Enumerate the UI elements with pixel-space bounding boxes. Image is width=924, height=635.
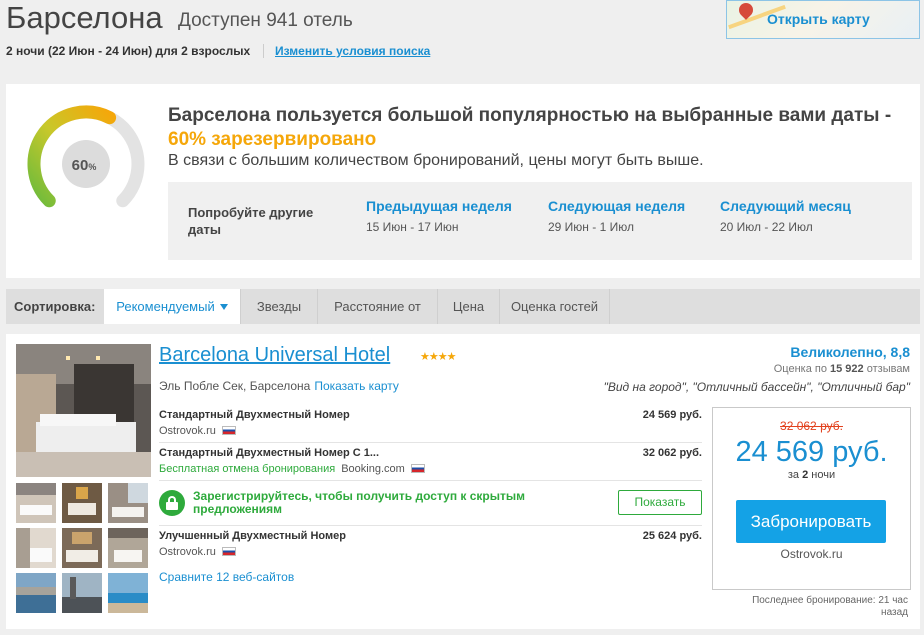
review-highlights: "Вид на город", "Отличный бассейн", "Отл…	[603, 380, 910, 394]
price-per-nights: за 2 ночи	[713, 469, 910, 481]
alt-date-range: 29 Июн - 1 Июл	[548, 220, 634, 234]
change-search-link[interactable]: Изменить условия поиска	[275, 44, 430, 58]
russia-flag-icon	[410, 464, 425, 473]
try-other-dates-label: Попробуйте другие даты	[188, 205, 314, 237]
sort-bar: Сортировка: Рекомендуемый Звезды Расстоя…	[6, 289, 920, 324]
search-header: Барселона Доступен 941 отель 2 ночи (22 …	[0, 0, 924, 70]
hotel-thumbnail[interactable]	[16, 573, 56, 613]
offer-row[interactable]: Улучшенный Двухместный Номер 25 624 руб.…	[159, 530, 702, 564]
locked-offers-row: Зарегистрируйтесь, чтобы получить доступ…	[159, 486, 702, 526]
current-price: 24 569 руб.	[735, 436, 888, 468]
alt-date-next-week[interactable]: Следующая неделя 29 Июн - 1 Июл	[548, 198, 685, 234]
hotel-thumbnail[interactable]	[16, 528, 56, 568]
alt-date-range: 20 Июл - 22 Июл	[720, 220, 813, 234]
alt-date-title: Следующий месяц	[720, 198, 851, 214]
reviews-count: 15 922	[830, 363, 864, 375]
offer-row[interactable]: Стандартный Двухместный Номер 24 569 руб…	[159, 409, 702, 443]
popularity-percentage: 60% зарезервировано	[168, 129, 377, 150]
divider	[263, 44, 264, 58]
russia-flag-icon	[221, 426, 236, 435]
alternative-dates-box: Попробуйте другие даты Предыдущая неделя…	[168, 182, 912, 260]
offer-room-name: Стандартный Двухместный Номер С 1...	[159, 447, 380, 459]
hotel-thumbnail[interactable]	[16, 483, 56, 523]
popularity-subtitle: В связи с большим количеством бронирован…	[168, 152, 704, 169]
search-dates: 2 ночи (22 Июн - 24 Июн) для 2 взрослых	[6, 44, 251, 58]
last-booking-note: Последнее бронирование: 21 час назад	[752, 595, 908, 618]
popularity-title-main: Барселона пользуется большой популярност…	[168, 105, 892, 126]
hotel-district: Эль Побле Сек, Барселона	[159, 379, 311, 393]
lock-icon	[159, 490, 185, 516]
city-title: Барселона	[6, 0, 163, 35]
open-map-label: Открыть карту	[767, 11, 870, 27]
offer-site: Booking.com	[341, 463, 405, 475]
hotel-thumbnail[interactable]	[62, 483, 102, 523]
sort-distance[interactable]: Расстояние от	[318, 289, 438, 324]
offer-source: Бесплатная отмена бронирования Booking.co…	[159, 463, 425, 475]
offer-room-name: Улучшенный Двухместный Номер	[159, 530, 346, 542]
alt-date-range: 15 Июн - 17 Июн	[366, 220, 459, 234]
price-box: 32 062 руб. 24 569 руб. за 2 ночи Заброн…	[712, 407, 911, 590]
offer-row[interactable]: Стандартный Двухместный Номер С 1... 32 …	[159, 447, 702, 481]
compare-sites-link[interactable]: Сравните 12 веб-сайтов	[159, 570, 294, 584]
popularity-title: Барселона пользуется большой популярност…	[168, 104, 908, 152]
offer-source: Ostrovok.ru	[159, 425, 236, 437]
sort-recommended[interactable]: Рекомендуемый	[104, 289, 241, 324]
sort-price[interactable]: Цена	[438, 289, 500, 324]
reviews-suffix: отзывам	[866, 363, 910, 375]
alt-date-title: Предыдущая неделя	[366, 198, 512, 214]
hotel-thumbnail[interactable]	[62, 573, 102, 613]
booking-source: Ostrovok.ru	[780, 547, 843, 561]
hotel-rating[interactable]: Великолепно, 8,8	[790, 344, 910, 360]
hotel-name-link[interactable]: Barcelona Universal Hotel	[159, 344, 390, 367]
reviews-prefix: Оценка по	[773, 363, 827, 375]
offer-source: Ostrovok.ru	[159, 546, 236, 558]
offer-price: 25 624 руб.	[642, 530, 702, 542]
sort-label: Сортировка:	[14, 299, 96, 314]
old-price: 32 062 руб.	[780, 419, 843, 433]
hotel-thumbnail[interactable]	[108, 528, 148, 568]
hotel-stars: ★★★★	[420, 351, 456, 363]
offer-price: 24 569 руб.	[642, 409, 702, 421]
hotel-thumbnail[interactable]	[108, 483, 148, 523]
book-button[interactable]: Забронировать	[736, 500, 886, 543]
offer-site: Ostrovok.ru	[159, 425, 216, 437]
sort-guest-rating[interactable]: Оценка гостей	[500, 289, 610, 324]
alt-date-previous-week[interactable]: Предыдущая неделя 15 Июн - 17 Июн	[366, 198, 512, 234]
sort-stars[interactable]: Звезды	[241, 289, 318, 324]
popularity-gauge: 60%	[27, 105, 145, 208]
per-nights-count: 2	[802, 469, 809, 481]
hotel-reviews: Оценка по 15 922 отзывам	[774, 363, 910, 375]
hotel-card: Barcelona Universal Hotel ★★★★ Эль Побле…	[6, 334, 920, 629]
hotel-thumbnail[interactable]	[62, 528, 102, 568]
alt-date-next-month[interactable]: Следующий месяц 20 Июл - 22 Июл	[720, 198, 851, 234]
hotel-room-photo	[16, 344, 151, 477]
gauge-value: 60	[72, 157, 89, 174]
hotel-main-photo[interactable]	[16, 344, 151, 477]
alt-date-title: Следующая неделя	[548, 198, 686, 214]
chevron-down-icon	[219, 304, 228, 310]
availability-count: Доступен 941 отель	[178, 10, 353, 31]
hotel-location: Эль Побле Сек, Барселона Показать карту	[159, 379, 399, 393]
offer-site: Ostrovok.ru	[159, 546, 216, 558]
offer-price: 32 062 руб.	[642, 447, 702, 459]
russia-flag-icon	[221, 547, 236, 556]
per-suffix: ночи	[811, 469, 836, 481]
popularity-card: 60% Барселона пользуется большой популяр…	[6, 84, 920, 278]
show-map-link[interactable]: Показать карту	[314, 379, 399, 393]
per-prefix: за	[787, 469, 800, 481]
gauge-unit: %	[88, 162, 96, 172]
open-map-button[interactable]: Открыть карту	[726, 0, 920, 39]
locked-offers-text: Зарегистрируйтесь, чтобы получить доступ…	[193, 489, 526, 516]
free-cancellation: Бесплатная отмена бронирования	[159, 463, 336, 475]
offer-room-name: Стандартный Двухместный Номер	[159, 409, 350, 421]
hotel-thumbnail[interactable]	[108, 573, 148, 613]
show-hidden-offers-button[interactable]: Показать	[618, 490, 702, 515]
sort-option-label: Рекомендуемый	[116, 299, 215, 314]
